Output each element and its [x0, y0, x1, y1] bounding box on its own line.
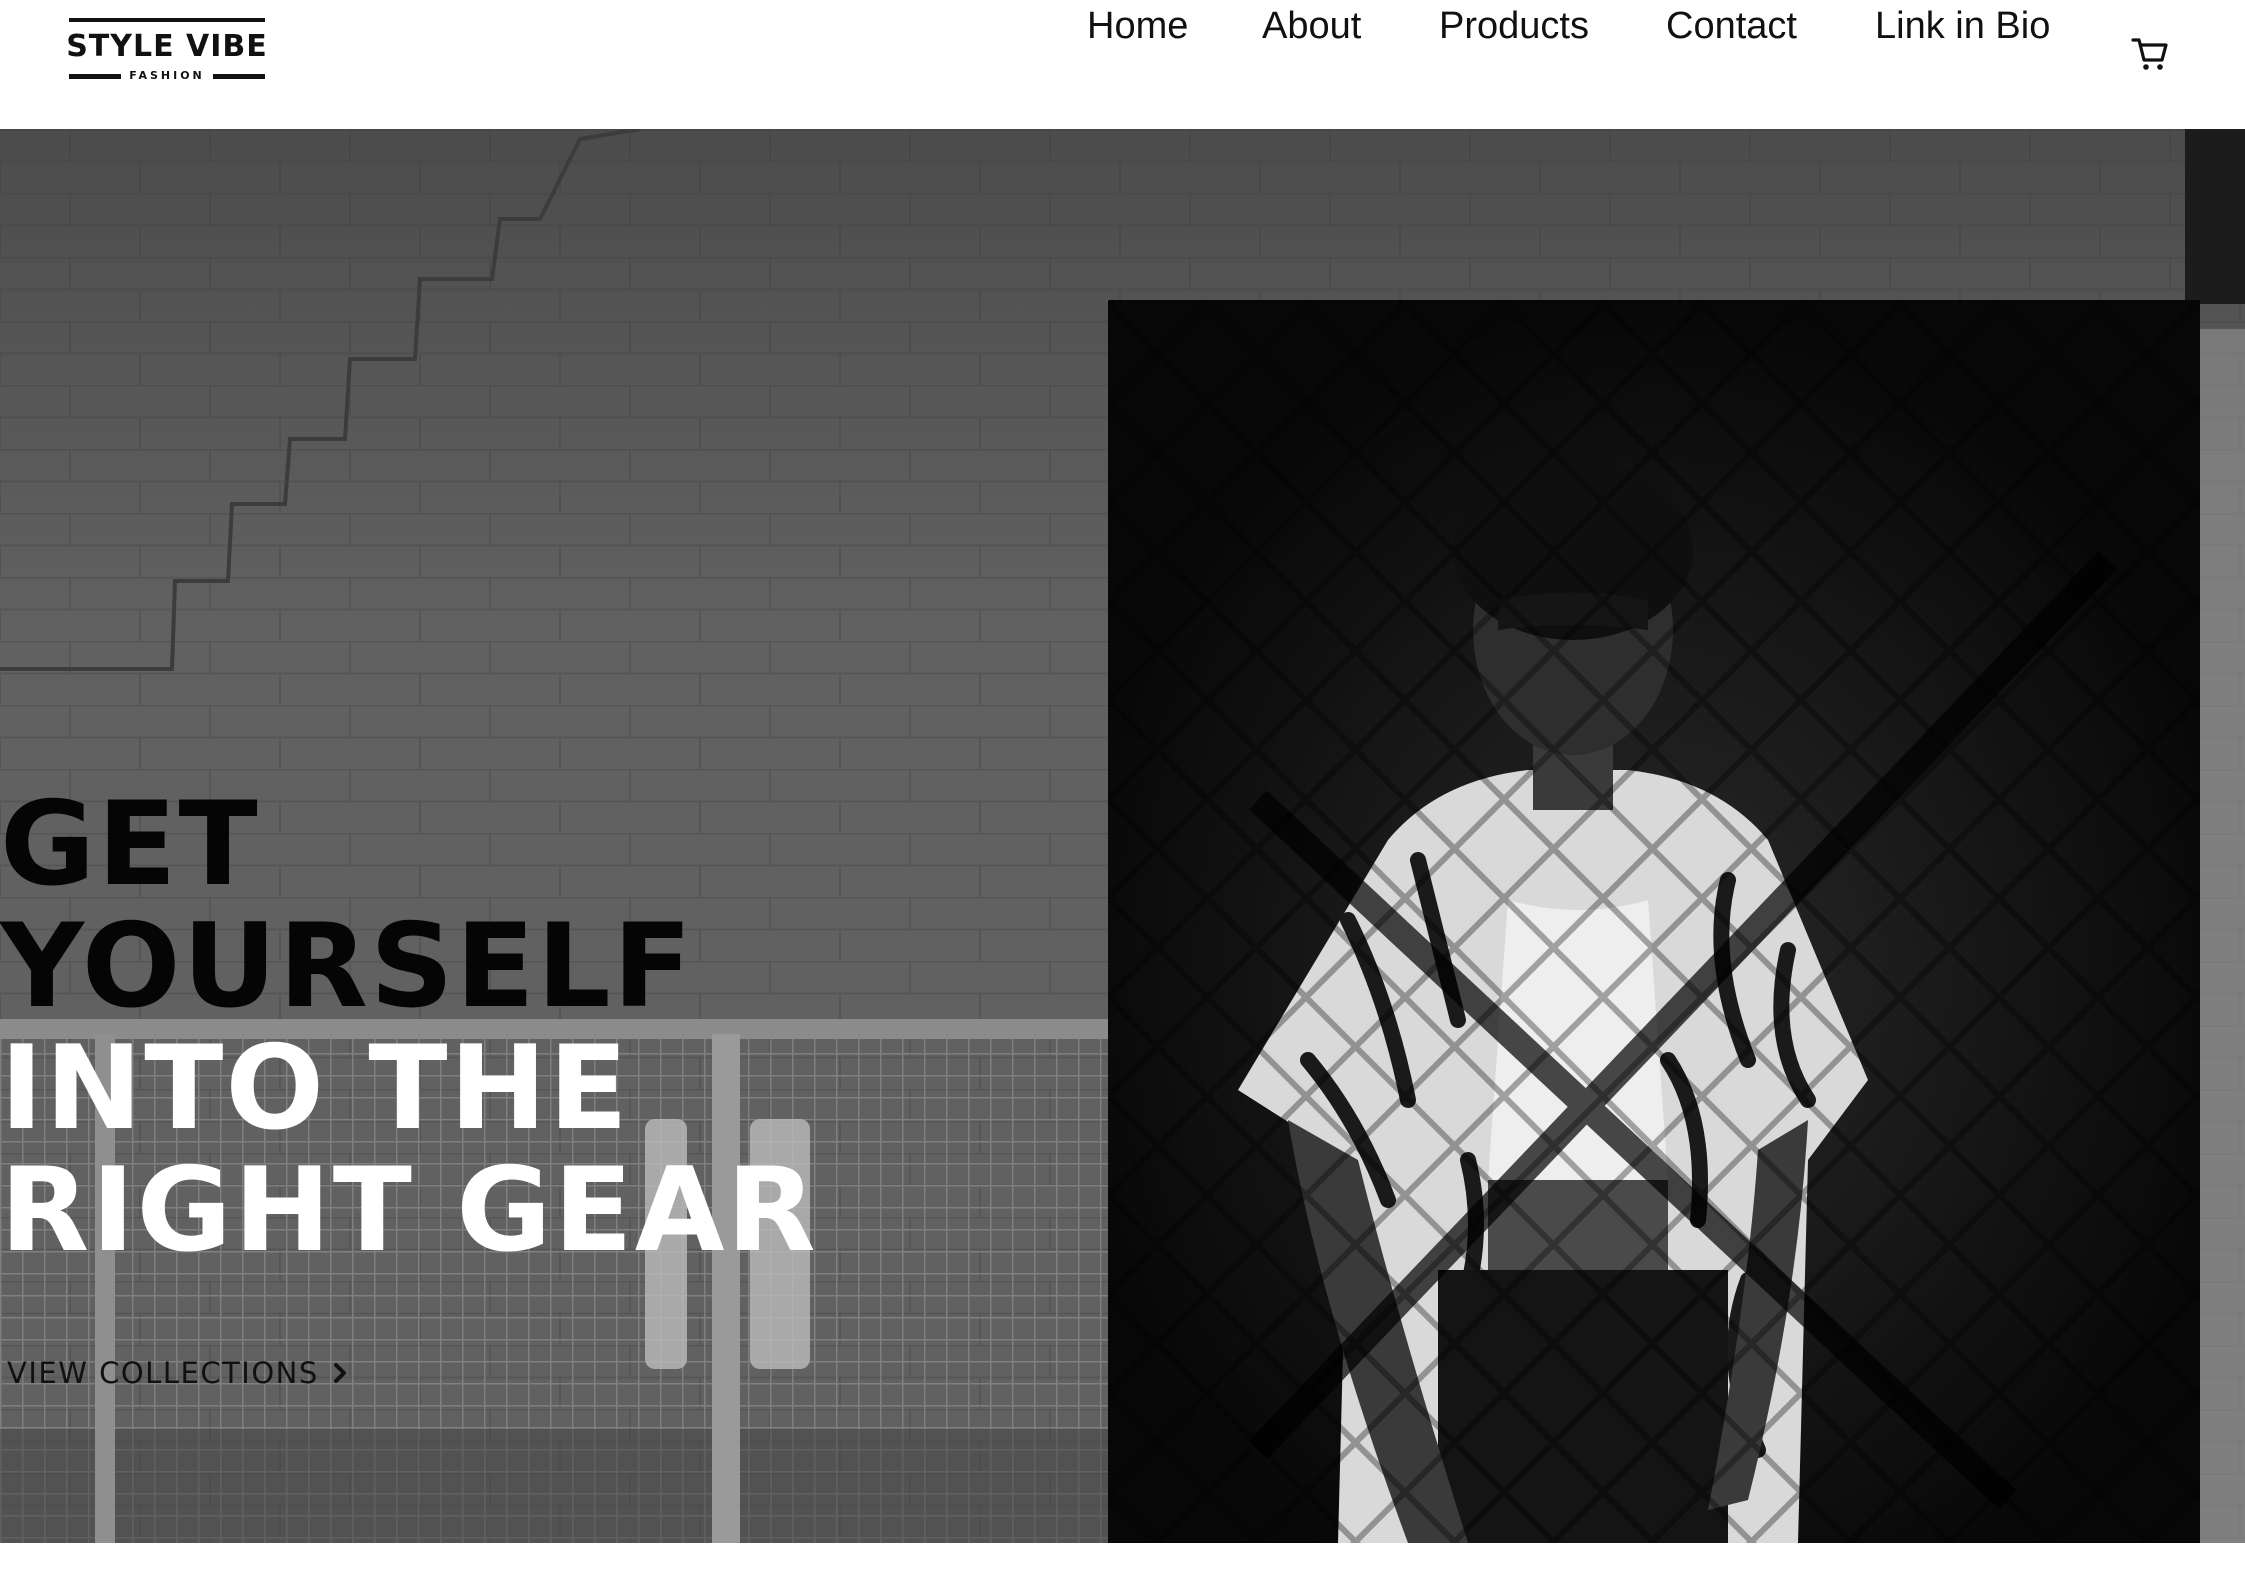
- brand-name: STYLE VIBE: [66, 29, 268, 64]
- chevron-right-icon: [333, 1363, 346, 1383]
- view-collections-link[interactable]: VIEW COLLECTIONS: [7, 1353, 349, 1393]
- page-bottom-strip: [0, 1543, 2245, 1587]
- nav-link-products[interactable]: Products: [1439, 0, 1589, 52]
- view-collections-label: VIEW COLLECTIONS: [7, 1356, 319, 1390]
- nav-link-link-in-bio[interactable]: Link in Bio: [1875, 0, 2050, 52]
- site-header: STYLE VIBE FASHION Home About Products C…: [0, 0, 2245, 129]
- headline-line-1: GET: [0, 777, 260, 912]
- hero-section: GET YOURSELF INTO THE RIGHT GEAR VIEW CO…: [0, 129, 2245, 1543]
- logo-top-bar: [69, 18, 265, 22]
- nav-link-home[interactable]: Home: [1087, 0, 1188, 52]
- hero-model-photo: [1108, 300, 2200, 1543]
- nav-link-about[interactable]: About: [1262, 0, 1361, 52]
- logo-left-rule: [69, 73, 121, 79]
- headline-line-3: INTO THE: [0, 1021, 630, 1156]
- logo-right-rule: [212, 73, 265, 79]
- hero-headline: GET YOURSELF INTO THE RIGHT GEAR: [0, 784, 1100, 1272]
- shopping-cart-icon[interactable]: [2130, 34, 2170, 74]
- headline-line-2: YOURSELF: [0, 899, 694, 1034]
- brand-tagline: FASHION: [129, 69, 205, 82]
- nav-link-contact[interactable]: Contact: [1666, 0, 1797, 52]
- headline-line-4: RIGHT GEAR: [0, 1143, 818, 1278]
- brand-logo[interactable]: STYLE VIBE FASHION: [59, 18, 275, 82]
- logo-tagline-row: FASHION: [69, 70, 265, 82]
